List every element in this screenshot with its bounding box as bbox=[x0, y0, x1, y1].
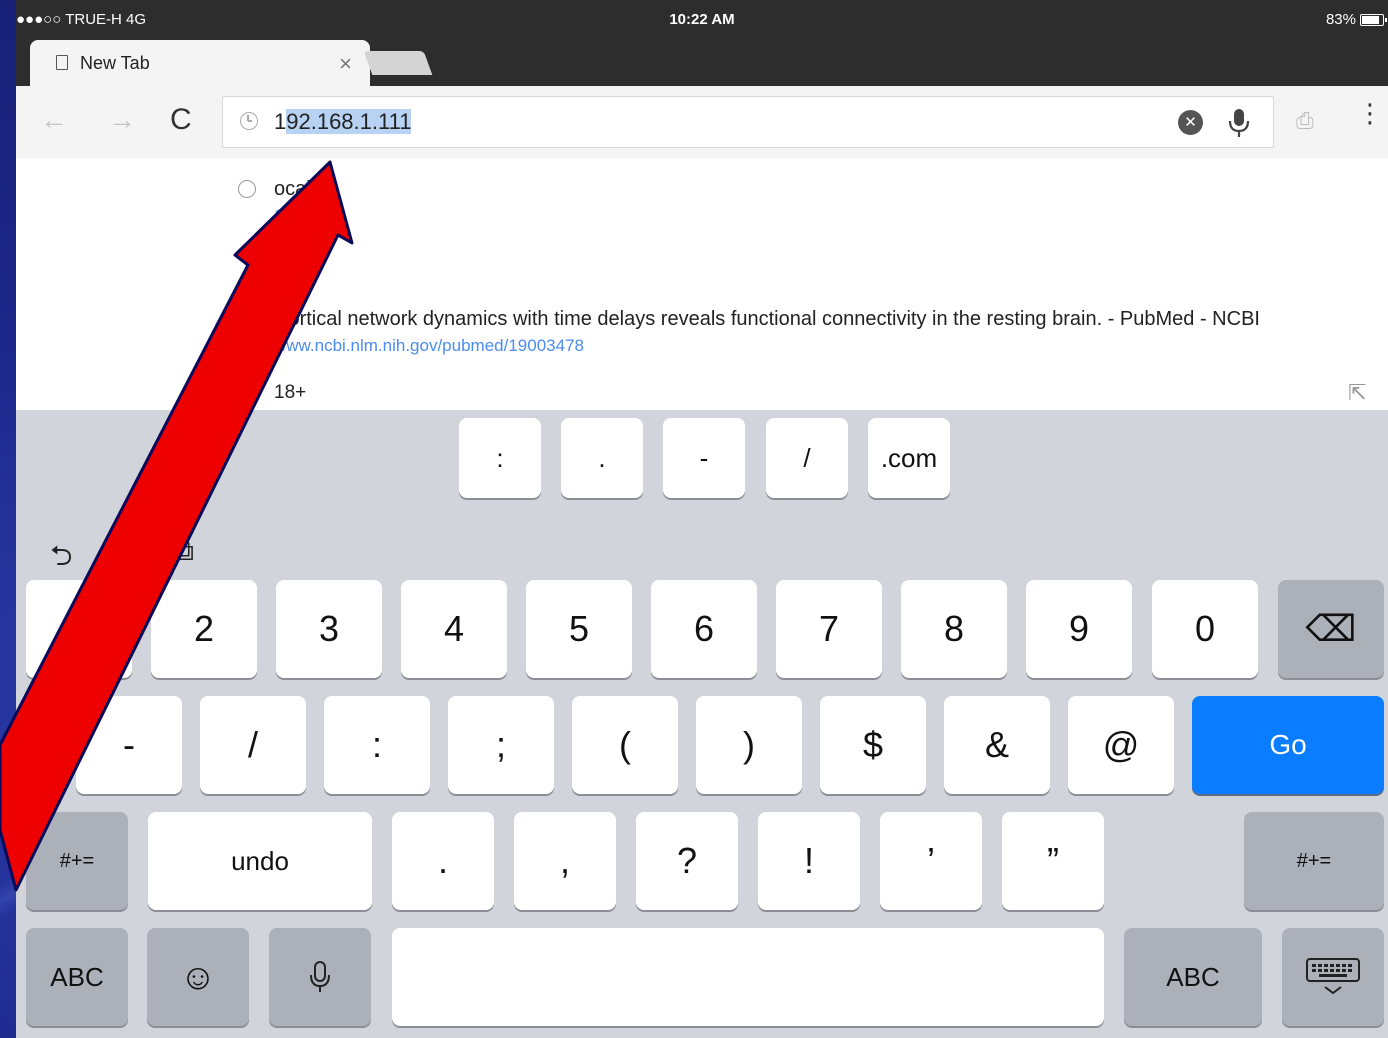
key-9[interactable]: 9 bbox=[1026, 580, 1132, 678]
tab-strip: New Tab × bbox=[16, 38, 1388, 86]
battery-status: 83% bbox=[1325, 11, 1387, 28]
page-icon bbox=[56, 55, 68, 70]
on-screen-keyboard: : . - / .com ⮌ ⧉ 2 3 4 5 6 7 8 9 0 ⌫ - /… bbox=[16, 410, 1388, 1038]
suggestion-url: 1.111 bbox=[274, 206, 315, 225]
backspace-key[interactable]: ⌫ bbox=[1278, 580, 1384, 678]
omnibox[interactable]: 192.168.1.111 ✕ bbox=[222, 96, 1274, 148]
space-key[interactable] bbox=[392, 928, 1104, 1026]
abc-key-right[interactable]: ABC bbox=[1124, 928, 1262, 1026]
key-semicolon[interactable]: ; bbox=[448, 696, 554, 794]
undo-key[interactable]: undo bbox=[148, 812, 372, 910]
key-dotcom[interactable]: .com bbox=[868, 418, 950, 498]
key-2[interactable]: 2 bbox=[151, 580, 257, 678]
battery-percent: 83% bbox=[1325, 11, 1356, 28]
tab-new-tab[interactable]: New Tab × bbox=[30, 40, 370, 86]
key-1[interactable] bbox=[26, 580, 132, 678]
emoji-key[interactable]: ☺ bbox=[147, 928, 249, 1026]
url-prefix: 1 bbox=[274, 109, 287, 134]
key-forward-slash[interactable]: / bbox=[200, 696, 306, 794]
key-colon-2[interactable]: : bbox=[324, 696, 430, 794]
key-dollar[interactable]: $ bbox=[820, 696, 926, 794]
key-ampersand[interactable]: & bbox=[944, 696, 1050, 794]
key-4[interactable]: 4 bbox=[401, 580, 507, 678]
key-minus[interactable]: - bbox=[76, 696, 182, 794]
key-8[interactable]: 8 bbox=[901, 580, 1007, 678]
status-bar: ●●●○○ TRUE-H 4G 10:22 AM 83% bbox=[16, 0, 1388, 38]
key-at[interactable]: @ bbox=[1068, 696, 1174, 794]
abc-key-left[interactable]: ABC bbox=[26, 928, 128, 1026]
suggestion-title: ocal bbox=[274, 178, 311, 200]
share-icon[interactable]: ⎙ bbox=[1296, 108, 1314, 134]
undo-icon[interactable]: ⮌ bbox=[50, 535, 72, 583]
battery-icon bbox=[1360, 13, 1387, 26]
forward-button[interactable]: → bbox=[108, 106, 136, 134]
new-tab-button[interactable] bbox=[363, 51, 433, 75]
more-menu-icon[interactable]: ⋮ bbox=[1357, 100, 1383, 126]
hide-keyboard-key[interactable] bbox=[1282, 928, 1384, 1026]
fill-query-arrow-icon[interactable]: ⇱ bbox=[1348, 380, 1366, 406]
microphone-icon[interactable] bbox=[1224, 107, 1254, 139]
ipad-screen: ●●●○○ TRUE-H 4G 10:22 AM 83% New Tab × ←… bbox=[16, 0, 1388, 1038]
history-clock-icon bbox=[240, 112, 258, 130]
keyboard-hide-icon bbox=[1306, 958, 1360, 995]
url-input[interactable]: 192.168.1.111 bbox=[274, 109, 412, 135]
reload-button[interactable]: C bbox=[170, 105, 192, 135]
go-key[interactable]: Go bbox=[1192, 696, 1384, 794]
key-close-paren[interactable]: ) bbox=[696, 696, 802, 794]
suggestion-title: Cortical network dynamics with time dela… bbox=[274, 308, 1260, 330]
backspace-icon: ⌫ bbox=[1305, 608, 1357, 649]
more-symbols-key-left[interactable]: #+= bbox=[26, 812, 128, 910]
key-question[interactable]: ? bbox=[636, 812, 738, 910]
tab-title: New Tab bbox=[80, 53, 150, 73]
key-exclamation[interactable]: ! bbox=[758, 812, 860, 910]
key-period[interactable]: . bbox=[561, 418, 643, 498]
history-clock-icon bbox=[238, 180, 256, 198]
key-hyphen[interactable]: - bbox=[663, 418, 745, 498]
key-0[interactable]: 0 bbox=[1152, 580, 1258, 678]
omnibox-suggestions: ocal 1.111 Cortical network dynamics wit… bbox=[16, 158, 1388, 410]
key-comma[interactable]: , bbox=[514, 812, 616, 910]
battery-fill bbox=[1362, 15, 1379, 24]
status-time: 10:22 AM bbox=[669, 11, 735, 28]
search-icon: ⚲ bbox=[240, 382, 254, 402]
microphone-icon bbox=[310, 961, 330, 992]
suggestion-url: www.ncbi.nlm.nih.gov/pubmed/19003478 bbox=[274, 336, 584, 355]
key-6[interactable]: 6 bbox=[651, 580, 757, 678]
clear-input-icon[interactable]: ✕ bbox=[1178, 110, 1203, 135]
paste-icon[interactable]: ⧉ bbox=[174, 535, 194, 568]
key-5[interactable]: 5 bbox=[526, 580, 632, 678]
dictation-key[interactable] bbox=[269, 928, 371, 1026]
back-button[interactable]: ← bbox=[40, 106, 68, 134]
key-7[interactable]: 7 bbox=[776, 580, 882, 678]
url-selected-text: 92.168.1.111 bbox=[286, 109, 412, 134]
key-slash[interactable]: / bbox=[766, 418, 848, 498]
emoji-icon: ☺ bbox=[179, 956, 217, 997]
browser-toolbar: ← → C 192.168.1.111 ✕ ⎙ ⋮ bbox=[16, 86, 1388, 159]
key-colon[interactable]: : bbox=[459, 418, 541, 498]
more-symbols-key-right[interactable]: #+= bbox=[1244, 812, 1384, 910]
suggestion-title: 18+ bbox=[274, 382, 307, 403]
key-open-paren[interactable]: ( bbox=[572, 696, 678, 794]
key-3[interactable]: 3 bbox=[276, 580, 382, 678]
key-quote[interactable]: ” bbox=[1002, 812, 1104, 910]
key-period-2[interactable]: . bbox=[392, 812, 494, 910]
close-tab-icon[interactable]: × bbox=[339, 51, 352, 77]
key-apostrophe[interactable]: ’ bbox=[880, 812, 982, 910]
